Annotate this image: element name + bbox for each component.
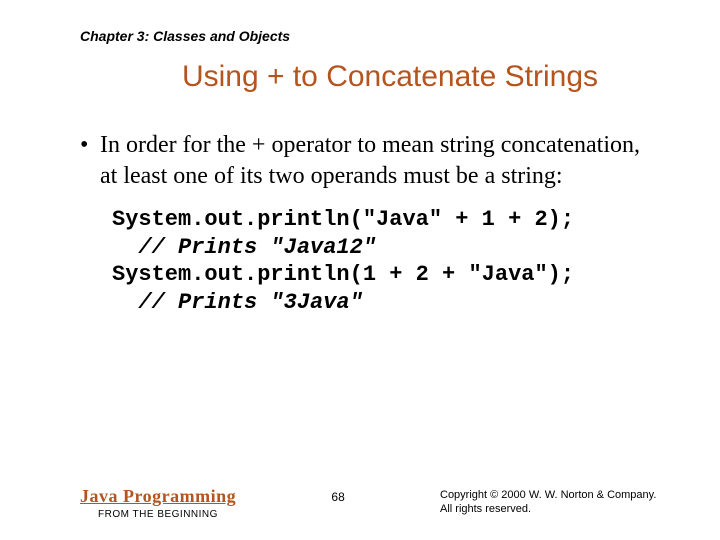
chapter-header: Chapter 3: Classes and Objects xyxy=(80,28,290,44)
bullet-item: • In order for the + operator to mean st… xyxy=(80,130,650,192)
code-block: System.out.println("Java" + 1 + 2); // P… xyxy=(112,206,650,316)
code-line: System.out.println("Java" + 1 + 2); xyxy=(112,207,574,232)
bullet-text: In order for the + operator to mean stri… xyxy=(100,130,650,192)
copyright-line: Copyright © 2000 W. W. Norton & Company. xyxy=(440,488,680,502)
page-number: 68 xyxy=(236,486,440,504)
code-comment: // Prints "3Java" xyxy=(112,290,363,315)
copyright-line: All rights reserved. xyxy=(440,502,680,516)
book-title: Java Programming xyxy=(80,486,236,507)
code-line: System.out.println(1 + 2 + "Java"); xyxy=(112,262,574,287)
bullet-mark: • xyxy=(80,130,100,192)
slide-body: • In order for the + operator to mean st… xyxy=(80,130,650,316)
book-subtitle: FROM THE BEGINNING xyxy=(98,509,236,520)
code-comment: // Prints "Java12" xyxy=(112,235,376,260)
slide-title: Using + to Concatenate Strings xyxy=(0,60,720,94)
slide-footer: Java Programming FROM THE BEGINNING 68 C… xyxy=(80,486,680,520)
footer-book: Java Programming FROM THE BEGINNING xyxy=(80,486,236,520)
copyright: Copyright © 2000 W. W. Norton & Company.… xyxy=(440,486,680,517)
